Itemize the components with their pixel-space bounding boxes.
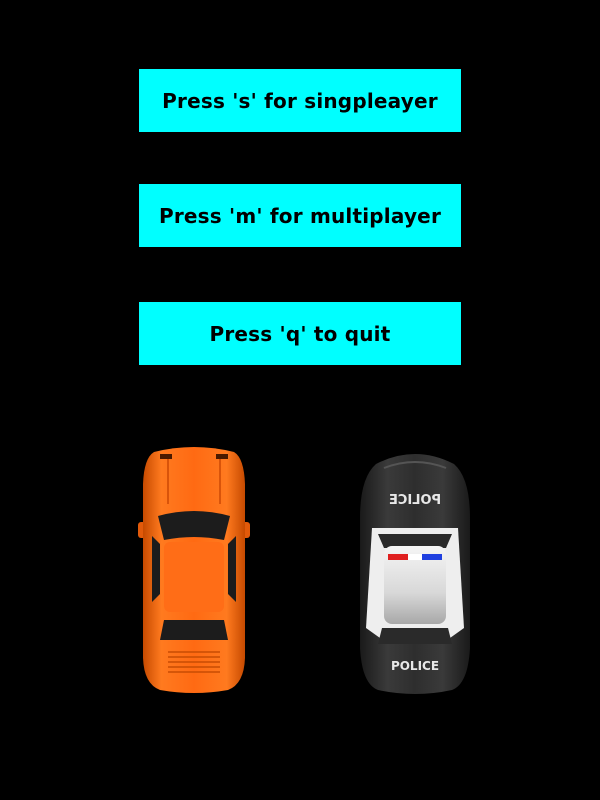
main-menu-screen: Press 's' for singpleayer Press 'm' for … — [0, 0, 600, 800]
quit-button[interactable]: Press 'q' to quit — [139, 302, 461, 365]
police-car-sprite: POLICE POLICE — [360, 454, 470, 694]
singleplayer-label: Press 's' for singpleayer — [162, 88, 438, 113]
orange-car-sprite — [138, 447, 250, 693]
police-hood-text: POLICE — [389, 493, 441, 508]
quit-label: Press 'q' to quit — [209, 321, 391, 346]
police-trunk-text: POLICE — [391, 659, 439, 673]
multiplayer-button[interactable]: Press 'm' for multiplayer — [139, 184, 461, 247]
multiplayer-label: Press 'm' for multiplayer — [158, 203, 442, 228]
singleplayer-button[interactable]: Press 's' for singpleayer — [139, 69, 461, 132]
